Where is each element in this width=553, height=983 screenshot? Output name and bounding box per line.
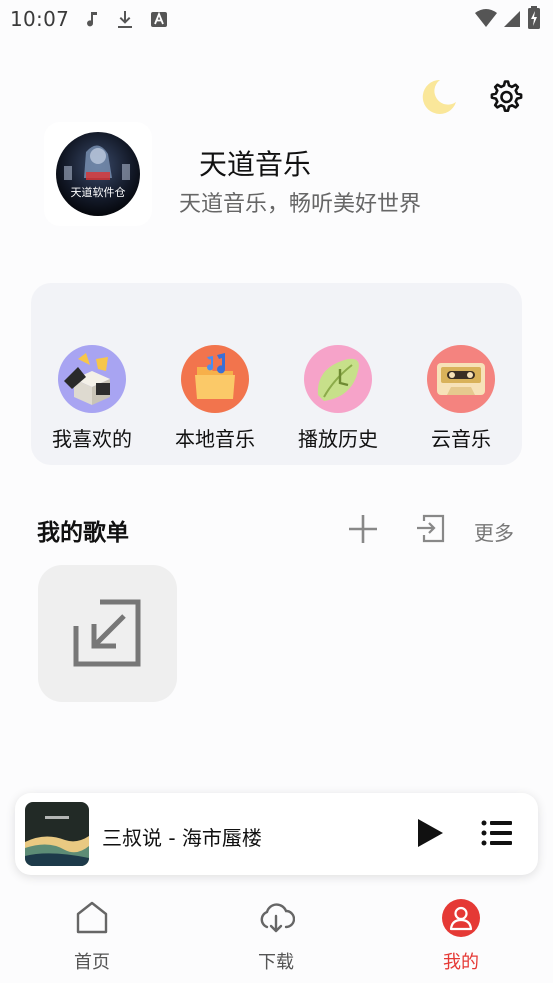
folder-music-icon xyxy=(181,345,249,413)
quick-favorites[interactable]: 我喜欢的 xyxy=(42,345,142,455)
battery-charging-icon xyxy=(528,6,540,29)
mini-player[interactable]: 三叔说 - 海市蜃楼 xyxy=(15,793,538,875)
quick-cloud-music[interactable]: 云音乐 xyxy=(411,345,511,455)
nav-download[interactable]: 下载 xyxy=(226,890,326,975)
favorites-box-icon xyxy=(58,345,126,413)
profile-subtitle: 天道音乐，畅听美好世界 xyxy=(179,192,422,217)
moon-icon[interactable] xyxy=(418,76,458,116)
music-note-icon xyxy=(87,12,97,27)
play-icon[interactable] xyxy=(415,817,445,849)
bottom-nav: 首页 下载 我的 xyxy=(0,890,553,983)
nav-label: 首页 xyxy=(74,952,110,973)
playlist-icon[interactable] xyxy=(481,819,513,847)
my-music-screen: 10:07 天道软件仓 天道音乐 天道音乐，畅听美好世界 我喜欢的 本地音乐 播… xyxy=(0,0,553,983)
cassette-icon xyxy=(427,345,495,413)
status-bar: 10:07 xyxy=(0,0,553,40)
quick-label: 本地音乐 xyxy=(175,427,255,451)
avatar[interactable]: 天道软件仓 xyxy=(56,132,140,216)
nav-label: 我的 xyxy=(443,952,479,973)
font-a-icon xyxy=(151,11,167,27)
quick-label: 我喜欢的 xyxy=(52,427,132,451)
profile-name[interactable]: 天道音乐 xyxy=(199,143,311,183)
playlists-title: 我的歌单 xyxy=(37,520,129,546)
user-icon xyxy=(442,899,480,937)
quick-label: 播放历史 xyxy=(298,427,378,451)
gear-icon[interactable] xyxy=(486,78,524,116)
quick-label: 云音乐 xyxy=(431,427,491,451)
nav-mine[interactable]: 我的 xyxy=(411,890,511,975)
download-icon xyxy=(118,11,132,28)
nav-label: 下载 xyxy=(258,952,294,973)
status-time: 10:07 xyxy=(10,7,70,31)
import-arrow-icon xyxy=(73,599,141,667)
history-leaf-icon xyxy=(304,345,372,413)
avatar-image: 天道软件仓 xyxy=(56,132,140,216)
import-playlist-tile[interactable] xyxy=(38,565,177,702)
more-link[interactable]: 更多 xyxy=(474,517,514,546)
signal-icon xyxy=(504,11,520,27)
cloud-download-icon xyxy=(260,903,295,933)
quick-history[interactable]: 播放历史 xyxy=(288,345,388,455)
home-icon xyxy=(76,901,108,934)
import-icon[interactable] xyxy=(414,512,446,544)
avatar-text: 天道软件仓 xyxy=(71,185,126,199)
nav-home[interactable]: 首页 xyxy=(42,890,142,975)
quick-local-music[interactable]: 本地音乐 xyxy=(165,345,265,455)
add-icon[interactable] xyxy=(346,512,380,546)
album-cover xyxy=(25,802,89,866)
track-title: 三叔说 - 海市蜃楼 xyxy=(102,826,262,850)
wifi-icon xyxy=(475,9,497,27)
